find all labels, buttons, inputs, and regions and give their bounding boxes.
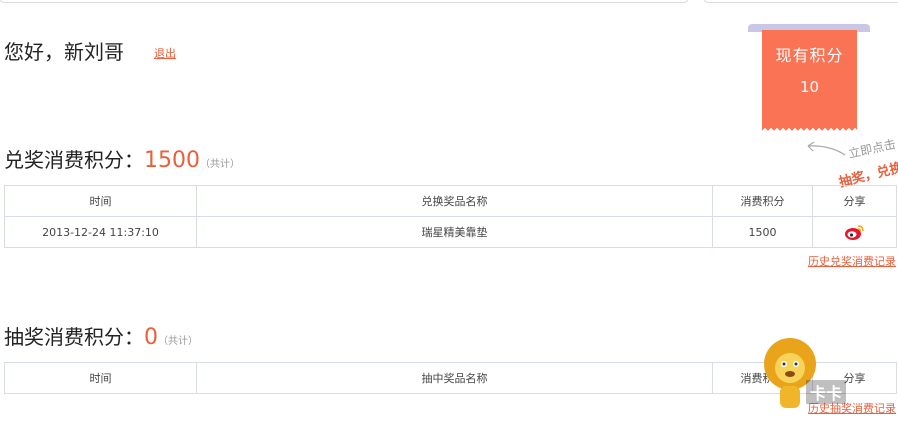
greeting-text: 您好，新刘哥 xyxy=(4,40,124,64)
exchange-title-label: 兑奖消费积分： xyxy=(4,148,144,172)
column-header-time: 时间 xyxy=(4,185,197,217)
lion-mascot-icon xyxy=(764,338,816,408)
cell-prize: 瑞星精美靠垫 xyxy=(196,216,713,248)
cell-time: 2013-12-24 11:37:10 xyxy=(4,216,197,248)
cell-points: 1500 xyxy=(712,216,813,248)
watermark: 卡卡 xyxy=(762,336,896,426)
cell-share xyxy=(812,216,897,248)
logout-link[interactable]: 退出 xyxy=(154,45,176,61)
top-bar-right xyxy=(704,0,898,3)
exchange-title: 兑奖消费积分：1500（共计） xyxy=(4,144,240,173)
table-row: 2013-12-24 11:37:10 瑞星精美靠垫 1500 xyxy=(4,216,897,248)
column-header-prize: 兑换奖品名称 xyxy=(196,185,713,217)
arrow-icon xyxy=(807,141,846,156)
exchange-total-note: （共计） xyxy=(200,159,240,170)
points-badge: 现有积分 10 xyxy=(762,30,857,131)
watermark-text: 卡卡 xyxy=(806,380,847,404)
top-bar-left xyxy=(0,0,688,3)
exchange-total: 1500 xyxy=(144,148,200,173)
lottery-total-note: （共计） xyxy=(158,336,198,347)
column-header-points: 消费积分 xyxy=(712,185,813,217)
exchange-history-link[interactable]: 历史兑奖消费记录 xyxy=(808,253,896,269)
column-header-share: 分享 xyxy=(812,185,897,217)
badge-title: 现有积分 xyxy=(775,46,844,65)
badge-value: 10 xyxy=(799,78,820,96)
column-header-time: 时间 xyxy=(4,362,197,394)
column-header-prize: 抽中奖品名称 xyxy=(196,362,713,394)
lottery-total: 0 xyxy=(144,325,158,350)
lottery-title: 抽奖消费积分：0（共计） xyxy=(4,321,198,350)
exchange-table: 时间 兑换奖品名称 消费积分 分享 2013-12-24 11:37:10 瑞星… xyxy=(4,185,897,248)
weibo-icon[interactable] xyxy=(844,223,866,241)
lottery-title-label: 抽奖消费积分： xyxy=(4,325,144,349)
table-header-row: 时间 兑换奖品名称 消费积分 分享 xyxy=(4,185,897,217)
